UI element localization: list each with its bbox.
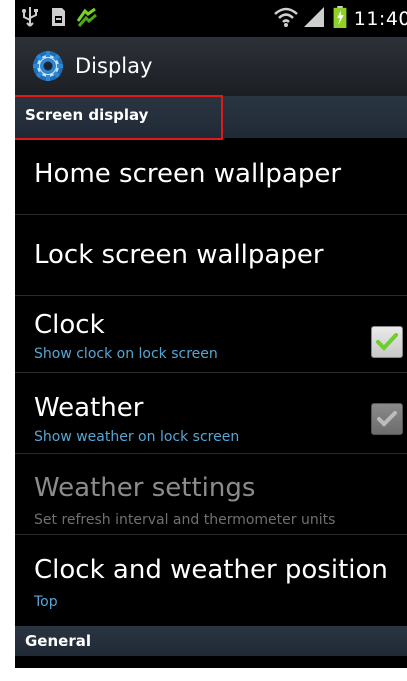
list-item-clock-weather-position[interactable]: Clock and weather position Top: [15, 535, 407, 625]
list-item-title: Weather: [34, 393, 144, 423]
list-item-lock-screen-wallpaper[interactable]: Lock screen wallpaper: [15, 215, 407, 296]
list-item-weather[interactable]: Weather Show weather on lock screen: [15, 373, 407, 454]
wifi-icon: [274, 7, 298, 27]
list-item-home-screen-wallpaper[interactable]: Home screen wallpaper: [15, 138, 407, 215]
action-bar: Display: [15, 37, 407, 97]
weather-checkbox[interactable]: [371, 403, 403, 435]
list-item-summary: Show clock on lock screen: [34, 346, 218, 362]
section-header-label: General: [25, 632, 91, 650]
section-header-general: General: [15, 626, 407, 656]
sync-icon: [76, 7, 97, 27]
sd-card-icon: [52, 8, 65, 26]
list-item-summary: Top: [34, 594, 58, 610]
list-item-summary: Set refresh interval and thermometer uni…: [34, 512, 336, 528]
list-item-summary: Show weather on lock screen: [34, 429, 240, 445]
clock-checkbox[interactable]: [371, 326, 403, 358]
list-item-title: Clock: [34, 310, 105, 340]
highlight-annotation: [15, 95, 223, 140]
list-item-title: Weather settings: [34, 473, 256, 503]
settings-gear-icon: [33, 51, 63, 81]
page-title: Display: [75, 54, 153, 78]
checkmark-icon: [377, 411, 397, 427]
phone-screen: 11:40 Display Screen display Home screen…: [15, 0, 407, 668]
status-bar: 11:40: [15, 0, 407, 36]
list-item-title: Clock and weather position: [34, 555, 388, 585]
signal-icon: [304, 7, 324, 27]
status-time: 11:40: [353, 8, 407, 30]
checkmark-icon: [376, 333, 398, 351]
list-item-clock[interactable]: Clock Show clock on lock screen: [15, 296, 407, 373]
list-item-title: Lock screen wallpaper: [34, 240, 324, 270]
list-item-weather-settings: Weather settings Set refresh interval an…: [15, 454, 407, 535]
battery-charging-icon: [333, 6, 347, 28]
list-item-title: Home screen wallpaper: [34, 159, 342, 189]
usb-icon: [22, 7, 38, 27]
